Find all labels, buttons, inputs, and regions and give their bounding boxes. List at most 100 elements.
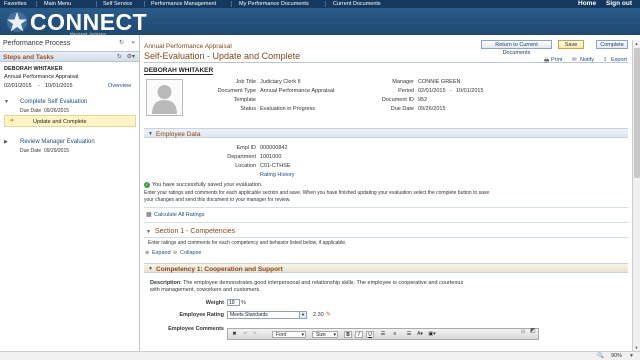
size-label: Size [316,332,326,338]
return-to-current-documents-button[interactable]: Return to Current Documents [481,40,552,56]
collapse-section-icon: ▼ [148,131,153,137]
section-1-description: Enter ratings and comments for each comp… [148,240,347,246]
document-id-label: Document ID [381,97,414,103]
success-check-icon: ✓ [144,182,150,188]
step1-due-label: Due Date [20,108,42,114]
home-link[interactable]: Home [578,0,596,8]
calculator-icon[interactable]: ▦ [146,211,152,218]
weight-input[interactable] [227,299,240,306]
manager-label: Manager [392,79,414,85]
task-update-and-complete[interactable]: ➜ Update and Complete [4,115,136,127]
zoom-icon[interactable]: 🔍 [597,353,604,359]
refresh-icon[interactable]: ↻ [119,40,124,46]
step-complete-self-evaluation[interactable]: Complete Self Evaluation [20,99,87,105]
background-color-icon[interactable]: ▣▾ [427,331,437,338]
redo-icon[interactable]: ↷ [251,331,258,338]
top-nav-bar: Favorites Main Menu Self Service Perform… [0,0,640,8]
status-value: Evaluation in Progress [260,106,316,112]
overview-link[interactable]: Overview [108,83,131,89]
judiciary-star-logo-icon [7,12,27,32]
step-review-manager-evaluation[interactable]: Review Manager Evaluation [20,139,95,145]
main-menu[interactable]: Main Menu [44,0,71,8]
rating-details-icon[interactable]: ✎ [326,311,331,318]
chevron-down-icon[interactable]: ▼ [629,353,634,359]
period-label: Period [398,88,414,94]
performance-management-menu[interactable]: Performance Management [151,0,216,8]
period-end: 10/01/2015 [45,83,73,89]
nav-separator [144,1,145,7]
period-end-value: 10/01/2015 [456,88,484,94]
period-start-value: 02/01/2015 [418,88,446,94]
my-performance-documents-menu[interactable]: My Performance Documents [239,0,309,8]
location-value: C01-CTHSE [260,163,291,169]
text-color-icon[interactable]: A▾ [415,331,425,338]
employee-comments-label: Employee Comments [168,326,224,332]
bold-button[interactable]: B [344,331,352,338]
expand-link[interactable]: Expand [152,250,171,256]
expand-step-icon[interactable]: ▶ [4,139,8,145]
settings-icon[interactable]: ⚙▾ [127,54,135,60]
expand-icon[interactable]: ⊕ [145,250,149,256]
collapse-link[interactable]: Collapse [180,250,201,256]
spell-check-icon[interactable]: ◩ [530,327,536,334]
task-label: Update and Complete [33,118,87,125]
competency-1-header[interactable]: ▼ Competency 1: Cooperation and Support [144,263,628,273]
employee-data-section-header[interactable]: ▼ Employee Data [144,128,628,138]
period-start: 02/01/2015 [4,83,32,89]
maximize-icon[interactable]: ✖ [231,331,238,338]
person-silhouette-icon [152,85,177,114]
sign-out-link[interactable]: Sign out [606,0,632,8]
complete-button[interactable]: Complete [596,40,628,49]
section-1-title: Section 1 - Competencies [155,228,236,235]
performance-process-panel: Performance Process ↻ « Steps and Tasks … [0,35,140,351]
notify-icon[interactable]: ✉ [572,57,577,63]
undo-icon[interactable]: ↶ [242,331,249,338]
rating-history-link[interactable]: Rating History [260,172,295,178]
size-dropdown[interactable]: Size ▾ [312,331,338,338]
export-icon[interactable]: ⇪ [603,57,608,63]
document-type: Annual Performance Appraisal [4,74,79,80]
notify-link[interactable]: Notify [580,57,594,63]
print-link[interactable]: Print [551,57,562,63]
scrollbar-thumb[interactable] [634,48,640,178]
print-icon[interactable]: 🖶 [544,57,549,66]
current-documents-menu[interactable]: Current Documents [333,0,381,8]
numbered-list-icon[interactable]: ☰ [379,331,387,338]
save-button[interactable]: Save [558,40,584,49]
employee-name: DEBORAH WHITAKER [4,66,63,72]
steps-tools: ↻ ⚙▾ [117,53,135,60]
selected-rating: Meets Standards [230,312,268,318]
empl-id-label: Empl ID [236,145,256,151]
weight-label: Weight [205,300,224,306]
collapse-icon[interactable]: ⊖ [173,250,177,256]
align-icon[interactable]: ☰ [405,331,413,338]
document-type-label: Document Type [217,88,256,94]
manager-value: CONNIE GREEN [418,79,461,85]
employee-rating-select[interactable]: Meets Standards ▼ [227,311,307,319]
font-dropdown[interactable]: Font ▾ [272,331,306,338]
italic-button[interactable]: I [355,331,363,338]
nav-separator [325,1,326,7]
divider [144,207,628,208]
nav-separator [231,1,232,7]
panel-title: Performance Process [3,40,71,47]
zoom-level[interactable]: 90% [611,353,622,359]
document-title: Annual Performance Appraisal [144,43,232,50]
export-link[interactable]: Export [611,57,627,63]
expand-step-icon[interactable]: ▼ [4,99,9,105]
resize-handle-icon[interactable]: ⊟ [521,329,525,335]
bulleted-list-icon[interactable]: ≡ [391,331,399,338]
collapse-panel-icon[interactable]: « [132,40,135,46]
self-service-menu[interactable]: Self Service [103,0,132,8]
collapse-section-icon[interactable]: ▼ [146,229,151,235]
due-date-value: 09/26/2015 [418,106,446,112]
calculate-all-ratings-link[interactable]: Calculate All Ratings [154,212,204,218]
scroll-up-icon[interactable]: ▲ [633,40,640,47]
favorites-menu[interactable]: Favorites [4,0,27,8]
scroll-down-icon[interactable]: ▼ [633,344,640,351]
template-label: Template [233,97,256,103]
app-banner: CONNECT Maryland Judiciary [0,8,640,36]
underline-button[interactable]: U [366,331,374,338]
vertical-scrollbar[interactable]: ▲ ▼ [632,40,640,351]
refresh-icon[interactable]: ↻ [117,54,122,60]
